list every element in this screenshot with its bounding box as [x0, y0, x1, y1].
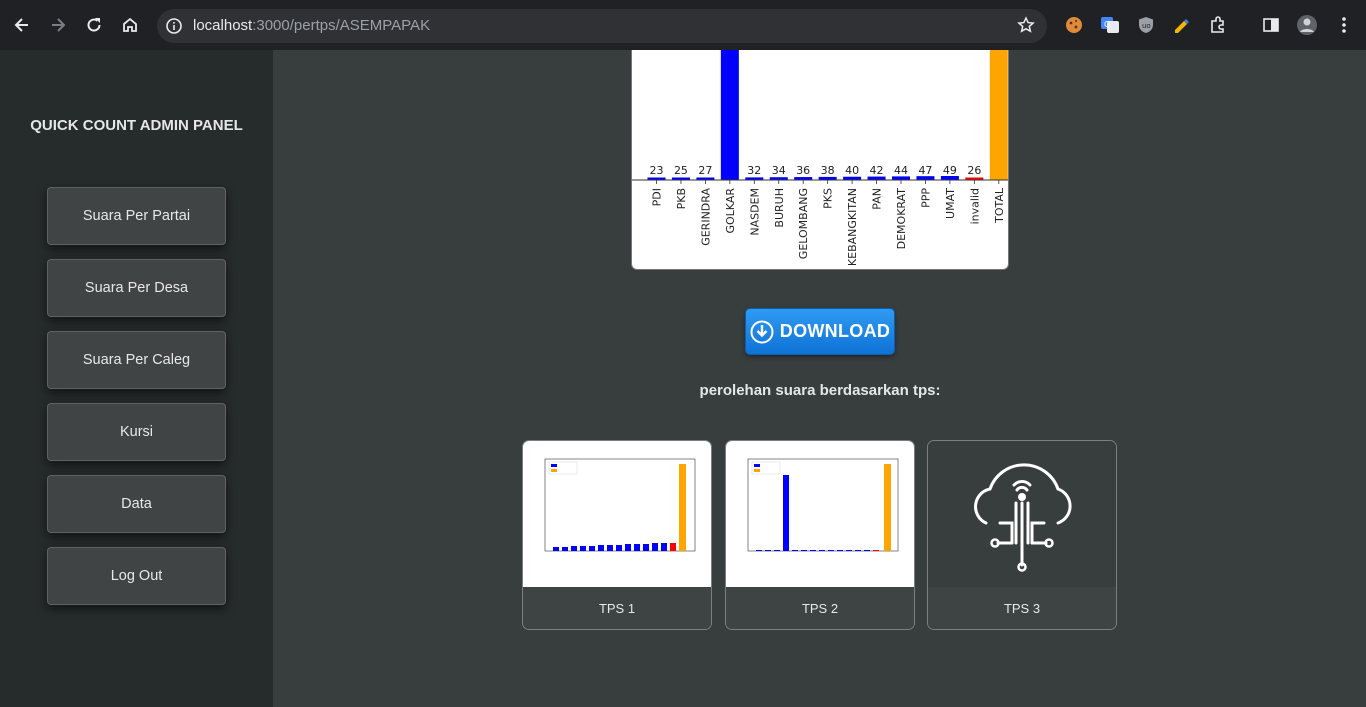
svg-text:uo: uo [1142, 22, 1151, 30]
reload-icon[interactable] [81, 11, 107, 39]
value-label-ppp: 47 [918, 164, 932, 177]
browser-toolbar: localhost:3000/pertps/ASEMPAPAK G uo [0, 0, 1366, 50]
download-button[interactable]: DOWNLOAD [745, 308, 895, 355]
x-tick-label-gelombang: GELOMBANG [797, 188, 810, 259]
value-label-kebangkitan: 40 [845, 164, 859, 177]
x-tick-label-demokrat: DEMOKRAT [895, 188, 908, 250]
download-label: DOWNLOAD [779, 321, 891, 341]
tps-3-label: TPS 3 [928, 587, 1116, 629]
x-tick-label-golkar: GOLKAR [724, 188, 737, 234]
side-panel-icon[interactable] [1260, 14, 1282, 36]
x-tick-label-kebangkitan: KEBANGKITAN [846, 188, 859, 266]
tps-1-label: TPS 1 [523, 587, 711, 629]
x-tick-label-invalid: invalid [968, 188, 981, 224]
browser-menu-icon[interactable] [1333, 14, 1355, 36]
x-tick-label-gerindra: GERINDRA [699, 188, 712, 246]
panel-title: QUICK COUNT ADMIN PANEL [30, 117, 243, 134]
value-label-invalid: 26 [967, 164, 981, 177]
log-out-button[interactable]: Log Out [47, 547, 226, 605]
svg-text:G: G [1104, 20, 1110, 29]
forward-icon[interactable] [45, 11, 71, 39]
value-label-buruh: 34 [772, 164, 786, 177]
vote-chart-card: 23 PDI 25 PKB 27 GERINDRA GOLKAR 32 NASDEM 34 BURU… [631, 50, 1009, 270]
home-icon[interactable] [117, 11, 143, 39]
cloud-network-icon [974, 463, 1072, 572]
vote-bar-chart: 23 PDI 25 PKB 27 GERINDRA GOLKAR 32 NASDEM 34 BURU… [632, 50, 1008, 266]
tps-3-card[interactable]: TPS 3 [927, 440, 1117, 630]
value-label-umat: 49 [943, 164, 957, 177]
suara-per-partai-button[interactable]: Suara Per Partai [47, 187, 226, 245]
value-label-pdi: 23 [650, 164, 664, 177]
bookmark-star-icon[interactable] [1017, 16, 1035, 39]
ublock-extension-icon[interactable]: uo [1135, 14, 1157, 36]
x-tick-label-total: TOTAL [993, 187, 1006, 224]
url-host: localhost [193, 17, 253, 34]
cookie-extension-icon[interactable] [1063, 14, 1085, 36]
x-tick-label-ppp: PPP [919, 188, 932, 208]
kursi-button[interactable]: Kursi [47, 403, 226, 461]
download-icon [750, 320, 774, 343]
tps-2-card[interactable]: TPS 2 [725, 440, 915, 630]
address-bar[interactable]: localhost:3000/pertps/ASEMPAPAK [157, 9, 1047, 43]
x-tick-label-pan: PAN [871, 188, 884, 210]
x-tick-label-pks: PKS [822, 188, 835, 209]
tps-2-label: TPS 2 [726, 587, 914, 629]
translate-extension-icon[interactable]: G [1099, 14, 1121, 36]
x-tick-label-nasdem: NASDEM [748, 188, 761, 236]
tps-1-chart-thumbnail [523, 441, 711, 587]
x-tick-label-umat: UMAT [944, 188, 957, 219]
bar-pan [867, 176, 886, 180]
suara-per-desa-button[interactable]: Suara Per Desa [47, 259, 226, 317]
value-label-gerindra: 27 [698, 164, 712, 177]
site-info-icon[interactable] [165, 17, 183, 40]
tps-3-thumbnail [928, 441, 1116, 587]
url-text: localhost:3000/pertps/ASEMPAPAK [193, 17, 430, 34]
extensions-puzzle-icon[interactable] [1207, 14, 1229, 36]
x-tick-label-pdi: PDI [651, 188, 664, 206]
value-label-nasdem: 32 [747, 164, 761, 177]
back-icon[interactable] [9, 11, 35, 39]
tps-2-chart-thumbnail [726, 441, 914, 587]
profile-avatar-icon[interactable] [1296, 14, 1318, 36]
value-label-demokrat: 44 [894, 164, 908, 177]
value-label-pan: 42 [870, 164, 884, 177]
value-label-pkb: 25 [674, 164, 688, 177]
x-tick-label-buruh: BURUH [773, 188, 786, 228]
value-label-pks: 38 [821, 164, 835, 177]
tps-1-card[interactable]: TPS 1 [522, 440, 712, 630]
value-label-gelombang: 36 [796, 164, 810, 177]
bar-golkar [720, 50, 739, 180]
pen-extension-icon[interactable] [1171, 14, 1193, 36]
tps-section-title: perolehan suara berdasarkan tps: [699, 382, 941, 399]
suara-per-caleg-button[interactable]: Suara Per Caleg [47, 331, 226, 389]
data-button[interactable]: Data [47, 475, 226, 533]
bar-total [989, 50, 1008, 180]
url-path: :3000/pertps/ASEMPAPAK [252, 17, 431, 34]
x-tick-label-pkb: PKB [675, 188, 688, 209]
